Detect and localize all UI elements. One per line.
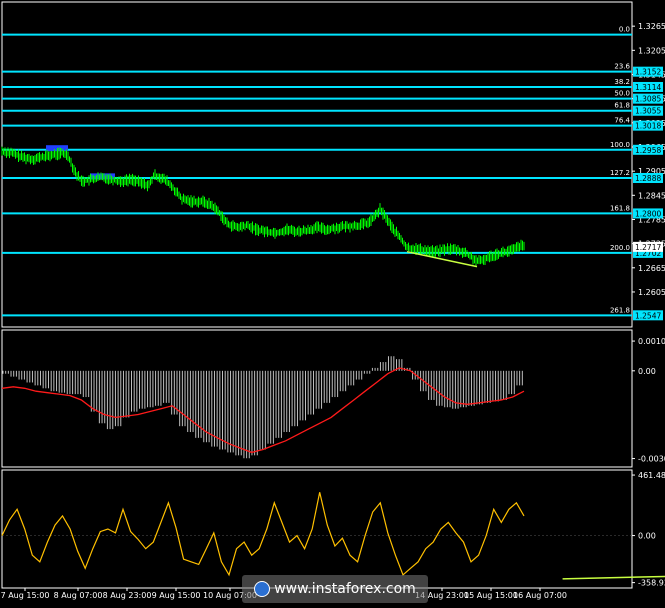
fib-price-tag-text: 1.2800 <box>635 209 661 218</box>
fib-level-label: 161.8 <box>610 204 630 212</box>
fib-level-label: 61.8 <box>614 102 630 110</box>
fib-price-tag-text: 1.2888 <box>635 174 661 183</box>
fib-level-label: 23.6 <box>614 63 630 71</box>
fib-level-label: 100.0 <box>610 141 630 149</box>
fib-level-label: 50.0 <box>614 90 630 98</box>
current-price-text: 1.2717 <box>635 243 661 252</box>
fib-level-label: 38.2 <box>614 78 630 86</box>
fib-price-tag-text: 1.2547 <box>635 311 661 320</box>
fib-level-label: 127.2 <box>610 169 630 177</box>
price-axis-label: 1.2845 <box>638 191 665 200</box>
time-axis-label: 15 Aug 15:00 <box>464 591 518 600</box>
time-axis-label: 8 Aug 23:00 <box>103 591 152 600</box>
cci-axis-label: -358.938 <box>638 579 665 588</box>
fib-price-tag-text: 1.3152 <box>635 68 661 77</box>
time-axis-label: 16 Aug 07:00 <box>513 591 567 600</box>
macd-axis-label: -0.00301 <box>638 455 665 464</box>
chart-stage: 1.32651.32051.31451.30851.30251.29651.29… <box>0 0 665 604</box>
fib-price-tag-text: 1.2958 <box>635 146 661 155</box>
cci-axis-label: 461.4866 <box>638 471 665 480</box>
fib-level-label: 200.0 <box>610 244 630 252</box>
fib-level-label: 76.4 <box>614 117 630 125</box>
cci-axis-label: 0.00 <box>638 532 656 541</box>
fib-price-tag-text: 1.3055 <box>635 107 661 116</box>
time-axis-label: 8 Aug 07:00 <box>54 591 103 600</box>
chart-svg: 1.32651.32051.31451.30851.30251.29651.29… <box>1 1 665 600</box>
fib-level-label: 0.0 <box>619 26 630 34</box>
fib-price-tag-text: 1.3018 <box>635 122 661 131</box>
price-axis-label: 1.3205 <box>638 46 665 55</box>
fib-price-tag-text: 1.3085 <box>635 95 661 104</box>
fib-price-tag-text: 1.3114 <box>635 83 661 92</box>
time-axis-label: 9 Aug 15:00 <box>152 591 201 600</box>
price-axis-label: 1.2665 <box>638 264 665 273</box>
price-axis-label: 1.2605 <box>638 288 665 297</box>
macd-axis-label: 0.00102 <box>638 337 665 346</box>
fib-level-label: 261.8 <box>610 306 630 314</box>
cci-panel-frame <box>1 469 633 589</box>
macd-axis-label: 0.00 <box>638 367 656 376</box>
watermark: www.instaforex.com <box>242 575 428 603</box>
time-axis-label: 7 Aug 15:00 <box>1 591 50 600</box>
globe-icon <box>254 581 271 597</box>
price-panel-frame <box>1 1 633 328</box>
watermark-text: www.instaforex.com <box>274 581 416 597</box>
price-axis-label: 1.3265 <box>638 22 665 31</box>
